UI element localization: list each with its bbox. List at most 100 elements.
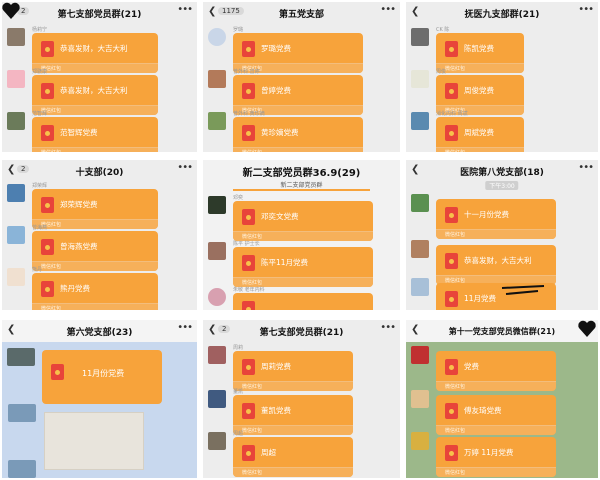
avatar[interactable] [7,184,25,202]
packet-label: 曾婷党费 [261,86,291,95]
avatar[interactable] [8,460,36,478]
red-packet[interactable]: 恭喜发财，大吉大利 微信红包 [32,75,158,115]
red-packet[interactable]: 陈平11月党费 微信红包 [233,247,373,287]
avatar[interactable] [208,288,226,306]
chevron-left-icon[interactable]: ❮ [208,6,216,17]
avatar[interactable] [208,390,226,408]
avatar[interactable] [411,240,429,258]
chevron-left-icon[interactable]: ❮ [208,324,216,335]
red-packet[interactable]: 傅友琦党费 微信红包 [436,395,556,435]
avatar[interactable] [411,112,429,130]
red-packet[interactable]: 范智辉党费 微信红包 [32,117,158,152]
avatar[interactable] [208,196,226,214]
more-dots-icon[interactable]: ••• [177,322,193,333]
chat-message: 熊丹 熊丹党费 微信红包 [2,266,197,310]
chat-title: 抚医九支部群(21) [464,9,540,20]
chevron-left-icon[interactable]: ❮ [411,164,419,175]
avatar[interactable] [208,242,226,260]
red-packet[interactable]: 周俊党费 微信红包 [436,75,524,115]
red-packet[interactable]: 周莉党费 微信红包 [233,351,353,391]
red-packet[interactable]: 熊丹党费 微信红包 [32,273,158,310]
sender-name: 熊丹 [32,267,43,273]
avatar[interactable] [411,194,429,212]
chat-header: ❮ 第六党支部(23) ••• [2,320,197,342]
red-packet[interactable]: 11月份党费 [42,350,162,404]
avatar[interactable] [208,28,226,46]
avatar[interactable] [208,70,226,88]
more-dots-icon[interactable]: ••• [380,4,396,15]
packet-label: 党费 [464,362,479,371]
chat-panel: ❮ 2 十支部(20) ••• 郑荣辉 郑荣辉党费 微信红包 曾海燕 曾海燕党费… [2,160,197,310]
packet-label: 范智辉党费 [60,128,98,137]
red-envelope-icon [242,83,255,99]
chat-message: 傅友琦党费 微信红包 [406,388,598,436]
red-envelope-icon [41,125,54,141]
avatar[interactable] [8,404,36,422]
red-packet[interactable]: 曾海燕党费 微信红包 [32,231,158,271]
avatar[interactable] [7,112,25,130]
red-packet[interactable]: 罗璐党费 微信红包 [233,33,363,73]
red-packet[interactable]: 陈凯党费 微信红包 [436,33,524,73]
red-packet[interactable]: 恭喜发财，大吉大利 微信红包 [32,33,158,73]
red-packet[interactable]: 邓奕文党费 微信红包 [233,201,373,241]
packet-label: 熊丹党费 [60,284,90,293]
chat-message: 杨莉宁 恭喜发财，大吉大利 微信红包 [2,26,197,74]
red-packet[interactable]: 曾婷党费 微信红包 [233,75,363,115]
image-message[interactable] [44,412,144,470]
chat-title: 新二支部党员群36.9(29) [242,167,361,179]
red-packet[interactable]: 周斌党费 微信红包 [436,117,524,152]
avatar[interactable] [7,268,25,286]
red-packet[interactable]: 十一月份党费 微信红包 [436,199,556,239]
red-packet[interactable]: 周超 微信红包 [233,437,353,477]
red-envelope-icon [445,403,458,419]
chat-panel: ❮ 2 第七支部党员群(21) ••• 杨莉宁 恭喜发财，大吉大利 微信红包 郑… [2,2,197,152]
avatar[interactable] [208,112,226,130]
red-envelope-icon [242,125,255,141]
avatar[interactable] [7,226,25,244]
unread-badge: 2 [218,325,231,333]
sender-name: CK 陈 [436,27,450,33]
avatar[interactable] [411,28,429,46]
packet-label: 恭喜发财，大吉大利 [464,256,532,265]
chat-message: 曾海燕 曾海燕党费 微信红包 [2,224,197,272]
avatar[interactable] [411,432,429,450]
chevron-left-icon[interactable]: ❮ [411,6,419,17]
red-envelope-icon [242,209,255,225]
avatar[interactable] [411,278,429,296]
packet-label: 11月党费 [464,294,497,303]
packet-footer: 微信红包 [32,303,158,310]
avatar[interactable] [208,432,226,450]
red-packet[interactable]: 党费 微信红包 [436,351,556,391]
more-dots-icon[interactable]: ••• [177,162,193,173]
red-envelope-icon [41,239,54,255]
more-dots-icon[interactable]: ••• [578,4,594,15]
red-envelope-icon [445,445,458,461]
chevron-left-icon[interactable]: ❮ [7,324,15,335]
chat-header: ❮ 1175 第五党支部 ••• [203,2,400,24]
avatar[interactable] [7,70,25,88]
sender-name: 郑荣辉 [32,183,48,189]
red-packet[interactable]: 郑荣辉党费 微信红包 [32,189,158,229]
chat-message: 周超 周超 微信红包 [203,430,400,478]
chevron-left-icon[interactable]: ❮ [7,164,15,175]
packet-label: 罗璐党费 [261,44,291,53]
avatar[interactable] [411,390,429,408]
more-dots-icon[interactable]: ••• [578,162,594,173]
avatar[interactable] [7,28,25,46]
chevron-left-icon[interactable]: ❮ [411,324,419,335]
red-packet[interactable]: 万婷 11月党费 微信红包 [436,437,556,477]
packet-label: 陈凯党费 [464,44,494,53]
avatar[interactable] [411,70,429,88]
more-dots-icon[interactable]: ••• [380,322,396,333]
sender-name: 杨莉宁 [32,27,48,33]
packet-label: 郑荣辉党费 [60,200,98,209]
more-dots-icon[interactable]: ••• [177,4,193,15]
red-packet[interactable] [233,293,373,310]
avatar[interactable] [7,348,35,366]
avatar[interactable] [208,346,226,364]
avatar[interactable] [411,346,429,364]
chat-message: 罗璐 罗璐党费 微信红包 [203,26,400,74]
red-packet[interactable]: 董凯党费 微信红包 [233,395,353,435]
red-packet[interactable]: 黄珍嫡党费 微信红包 [233,117,363,152]
chat-title: 第七支部党员群(21) [57,9,142,20]
